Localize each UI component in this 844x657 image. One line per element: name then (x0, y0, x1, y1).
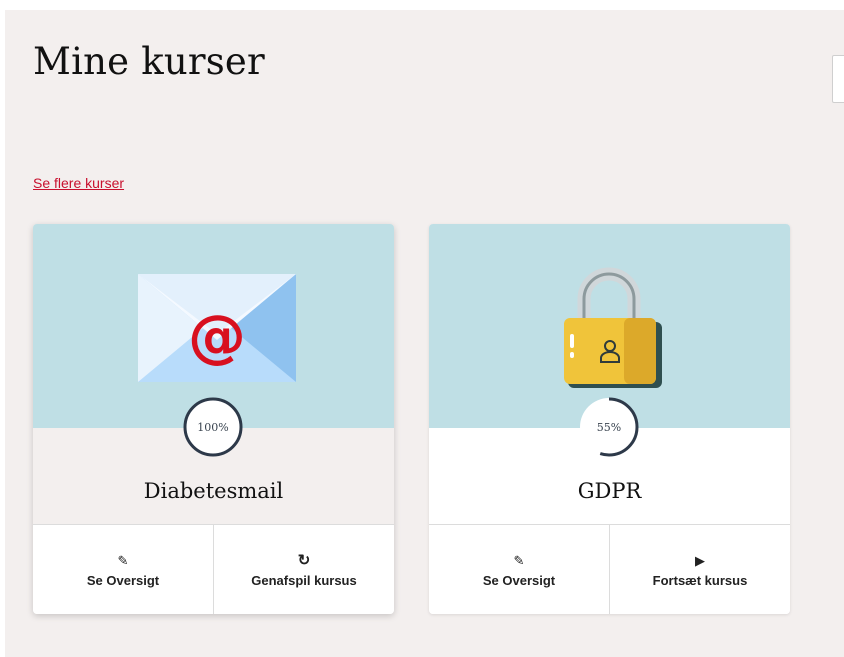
progress-ring: 55% (578, 396, 640, 458)
page-title: Mine kurser (33, 40, 265, 83)
main-content: Mine kurser Se flere kurser @ 100% Diabe… (5, 10, 844, 657)
play-icon: ▶ (695, 552, 705, 568)
see-more-courses-link[interactable]: Se flere kurser (33, 175, 124, 191)
email-envelope-icon: @ (138, 274, 296, 382)
replay-icon: ↻ (297, 551, 311, 569)
course-card: 55% GDPR ✎ Se Oversigt ▶ Fortsæt kursus (429, 224, 790, 614)
course-title: Diabetesmail (143, 479, 284, 503)
replay-course-button-label: Genafspil kursus (251, 572, 357, 588)
course-title: GDPR (577, 479, 642, 503)
progress-ring: 100% (182, 396, 244, 458)
overview-button-label: Se Oversigt (86, 572, 160, 588)
search-input[interactable] (832, 55, 844, 103)
edit-icon: ✎ (513, 552, 525, 568)
course-card: @ 100% Diabetesmail ✎ Se Oversigt ↻ Gena… (33, 224, 394, 614)
continue-course-button[interactable]: ▶ Fortsæt kursus (609, 525, 790, 614)
progress-percent: 100% (197, 420, 229, 434)
svg-text:@: @ (188, 302, 246, 370)
replay-course-button[interactable]: ↻ Genafspil kursus (213, 525, 394, 614)
progress-percent: 55% (596, 420, 622, 434)
continue-course-button-label: Fortsæt kursus (652, 572, 748, 588)
course-actions: ✎ Se Oversigt ▶ Fortsæt kursus (429, 524, 790, 614)
overview-button-label: Se Oversigt (482, 572, 556, 588)
course-actions: ✎ Se Oversigt ↻ Genafspil kursus (33, 524, 394, 614)
edit-icon: ✎ (117, 552, 129, 568)
overview-button[interactable]: ✎ Se Oversigt (33, 525, 213, 614)
padlock-icon (564, 267, 662, 388)
overview-button[interactable]: ✎ Se Oversigt (429, 525, 609, 614)
